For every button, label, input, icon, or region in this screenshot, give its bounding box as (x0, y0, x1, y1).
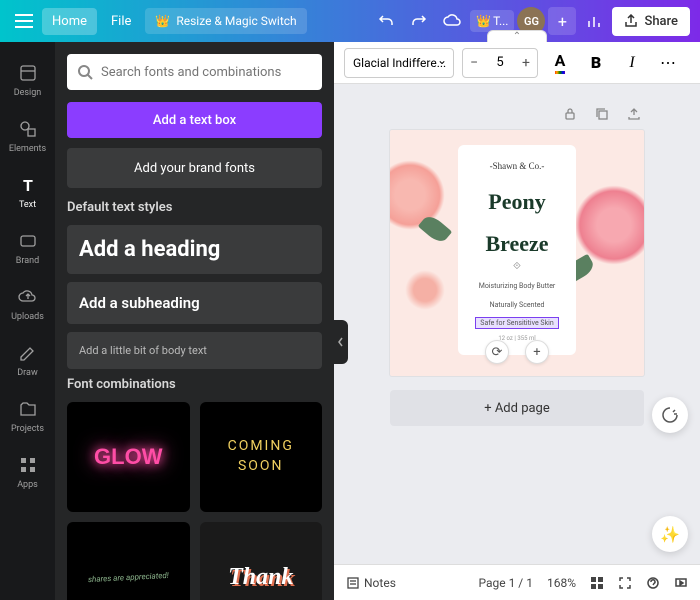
tab-apps[interactable]: Apps (0, 444, 55, 500)
text-color-button[interactable]: A (546, 49, 574, 77)
combo-thank-text: Thank (228, 564, 293, 591)
elements-icon (17, 118, 39, 140)
comment-fab[interactable] (652, 397, 688, 433)
crown-icon: 👑 (155, 14, 170, 28)
add-text-box-button[interactable]: Add a text box (67, 102, 322, 138)
font-size-input[interactable] (485, 55, 515, 70)
text-icon: T (17, 174, 39, 196)
combo-coming-soon[interactable]: COMING SOON (200, 402, 323, 512)
try-pro-label: T... (493, 14, 508, 28)
selected-text-element[interactable]: Safe for Sensititive Skin (475, 317, 558, 329)
tab-draw[interactable]: Draw (0, 332, 55, 388)
bold-button[interactable]: B (582, 49, 610, 77)
magic-fab[interactable]: ✨ (652, 516, 688, 552)
desc-line-1[interactable]: Moisturizing Body Butter (468, 282, 566, 291)
apps-icon (17, 454, 39, 476)
font-combos-label: Font combinations (67, 377, 322, 392)
canvas-page[interactable]: -Shawn & Co.- Peony Breeze ⟐ Moisturizin… (390, 130, 644, 376)
search-box[interactable] (67, 54, 322, 90)
search-input[interactable] (101, 65, 312, 80)
product-name-2[interactable]: Breeze (468, 233, 566, 255)
tab-uploads-label: Uploads (11, 312, 44, 322)
font-family-select[interactable]: Glacial Indiffere... (344, 48, 454, 78)
font-size-decrease[interactable]: − (463, 49, 485, 77)
page-sync-button[interactable]: ⟳ (485, 340, 509, 364)
resize-magic-label: Resize & Magic Switch (176, 14, 296, 28)
combo-shares-text: shares are appreciated! (88, 570, 169, 583)
tab-brand[interactable]: Brand (0, 220, 55, 276)
present-button[interactable] (674, 576, 688, 590)
font-size-increase[interactable]: + (515, 49, 537, 77)
default-styles-label: Default text styles (67, 200, 322, 215)
undo-button[interactable] (371, 6, 401, 36)
italic-button[interactable]: I (618, 49, 646, 77)
design-icon (17, 62, 39, 84)
tab-projects-label: Projects (11, 424, 44, 434)
combo-thank-you[interactable]: Thank (200, 522, 323, 600)
desc-line-2[interactable]: Naturally Scented (468, 301, 566, 310)
add-subheading-button[interactable]: Add a subheading (67, 282, 322, 324)
lock-page-button[interactable] (560, 104, 580, 124)
tab-uploads[interactable]: Uploads (0, 276, 55, 332)
tab-draw-label: Draw (17, 368, 37, 378)
duplicate-page-button[interactable] (592, 104, 612, 124)
combo-glow[interactable]: GLOW (67, 402, 190, 512)
resize-magic-button[interactable]: 👑 Resize & Magic Switch (145, 8, 306, 34)
crown-icon: 👑 (476, 14, 491, 28)
page-add-button[interactable]: + (525, 340, 549, 364)
combo-shares[interactable]: shares are appreciated! (67, 522, 190, 600)
file-link[interactable]: File (101, 8, 141, 35)
font-family-value: Glacial Indiffere... (353, 56, 446, 70)
search-icon (77, 64, 93, 80)
tab-elements[interactable]: Elements (0, 108, 55, 164)
tab-elements-label: Elements (9, 144, 46, 154)
add-heading-button[interactable]: Add a heading (67, 225, 322, 274)
brand-text[interactable]: -Shawn & Co.- (468, 161, 566, 171)
more-options-button[interactable]: ⋯ (654, 49, 682, 77)
flower-decoration (405, 270, 445, 310)
insights-button[interactable] (579, 6, 609, 36)
draw-icon (17, 342, 39, 364)
font-size-group: − + (462, 48, 538, 78)
menu-button[interactable] (10, 7, 38, 35)
combo-coming-text: COMING SOON (228, 437, 294, 476)
redo-button[interactable] (404, 6, 434, 36)
zoom-level[interactable]: 168% (547, 576, 576, 590)
expand-pages-tab[interactable]: ⌃ (487, 30, 547, 42)
add-member-button[interactable]: + (548, 7, 576, 35)
try-pro-button[interactable]: 👑T... (470, 10, 514, 32)
home-link[interactable]: Home (42, 8, 97, 35)
tab-apps-label: Apps (17, 480, 38, 490)
uploads-icon (17, 286, 39, 308)
link-icon: ⟐ (468, 261, 566, 272)
svg-text:T: T (23, 176, 33, 195)
grid-view-button[interactable] (590, 576, 604, 590)
add-brand-fonts-button[interactable]: Add your brand fonts (67, 148, 322, 188)
tab-design-label: Design (14, 88, 42, 98)
add-body-text-button[interactable]: Add a little bit of body text (67, 332, 322, 369)
tab-text-label: Text (19, 200, 36, 210)
page-indicator[interactable]: Page 1 / 1 (478, 576, 533, 590)
product-name-1[interactable]: Peony (468, 191, 566, 213)
tab-text[interactable]: T Text (0, 164, 55, 220)
notes-label: Notes (364, 576, 396, 590)
combo-glow-text: GLOW (94, 444, 162, 470)
tab-brand-label: Brand (16, 256, 39, 266)
cloud-sync-icon[interactable] (437, 6, 467, 36)
page-options-button[interactable] (624, 104, 644, 124)
product-label[interactable]: -Shawn & Co.- Peony Breeze ⟐ Moisturizin… (458, 145, 576, 355)
projects-icon (17, 398, 39, 420)
flower-decoration (574, 185, 644, 265)
share-button[interactable]: Share (612, 7, 690, 36)
share-label: Share (644, 14, 678, 29)
fullscreen-button[interactable] (618, 576, 632, 590)
collapse-panel-button[interactable] (334, 320, 348, 364)
help-button[interactable] (646, 576, 660, 590)
brand-icon (17, 230, 39, 252)
add-page-button[interactable]: + Add page (390, 390, 644, 426)
tab-design[interactable]: Design (0, 52, 55, 108)
tab-projects[interactable]: Projects (0, 388, 55, 444)
notes-button[interactable]: Notes (346, 576, 396, 590)
